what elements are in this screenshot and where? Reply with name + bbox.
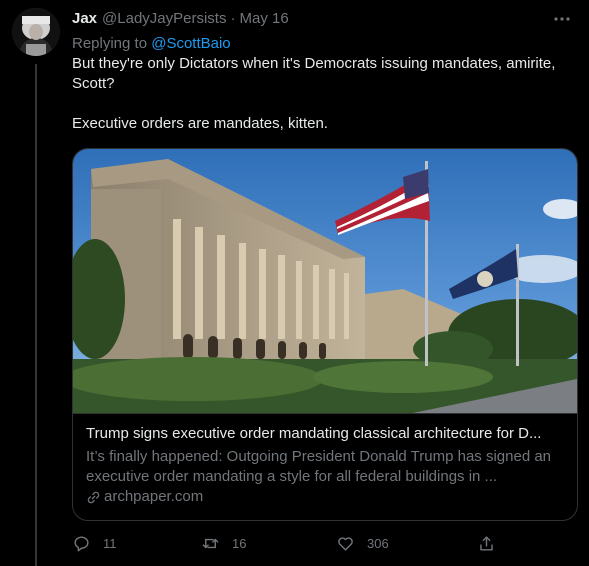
tweet-header: Jax @LadyJayPersists · May 16 <box>72 8 578 30</box>
retweet-button[interactable]: 16 <box>201 531 246 555</box>
reply-count: 11 <box>103 535 117 551</box>
link-icon <box>87 491 100 503</box>
user-handle[interactable]: @LadyJayPersists <box>102 8 226 30</box>
card-domain: archpaper.com <box>86 487 565 507</box>
replying-prefix: Replying to <box>72 35 152 52</box>
replying-to: Replying to @ScottBaio <box>72 34 578 54</box>
like-button[interactable]: 306 <box>336 531 389 555</box>
action-bar: 11 16 306 <box>72 531 502 555</box>
avatar-image <box>12 8 60 56</box>
share-button[interactable] <box>477 531 496 555</box>
card-title[interactable]: Trump signs executive order mandating cl… <box>86 424 565 444</box>
separator-dot: · <box>230 10 236 27</box>
display-name[interactable]: Jax <box>72 8 97 30</box>
like-count: 306 <box>367 535 389 551</box>
thread-line <box>35 64 37 566</box>
card-description: It’s finally happened: Outgoing Presiden… <box>86 448 552 485</box>
share-icon <box>480 535 493 551</box>
tweet[interactable]: Jax @LadyJayPersists · May 16 Replying t… <box>0 0 589 566</box>
retweet-icon <box>202 538 219 548</box>
retweet-count: 16 <box>232 535 247 551</box>
card-body: Trump signs executive order mandating cl… <box>73 414 577 507</box>
avatar[interactable] <box>12 8 60 56</box>
building-with-flags-image <box>73 149 577 414</box>
tweet-text: But they're only Dictators when it's Dem… <box>72 55 556 132</box>
tweet-content: Jax @LadyJayPersists · May 16 Replying t… <box>72 8 578 134</box>
more-dots-icon[interactable] <box>552 8 572 30</box>
reply-button[interactable]: 11 <box>72 531 117 555</box>
mention-link[interactable]: @ScottBaio <box>151 35 230 52</box>
link-card[interactable]: Trump signs executive order mandating cl… <box>72 148 578 521</box>
card-domain-text: archpaper.com <box>104 488 204 505</box>
reply-icon <box>74 535 89 551</box>
heart-icon <box>338 536 353 551</box>
tweet-date[interactable]: May 16 <box>239 8 288 30</box>
